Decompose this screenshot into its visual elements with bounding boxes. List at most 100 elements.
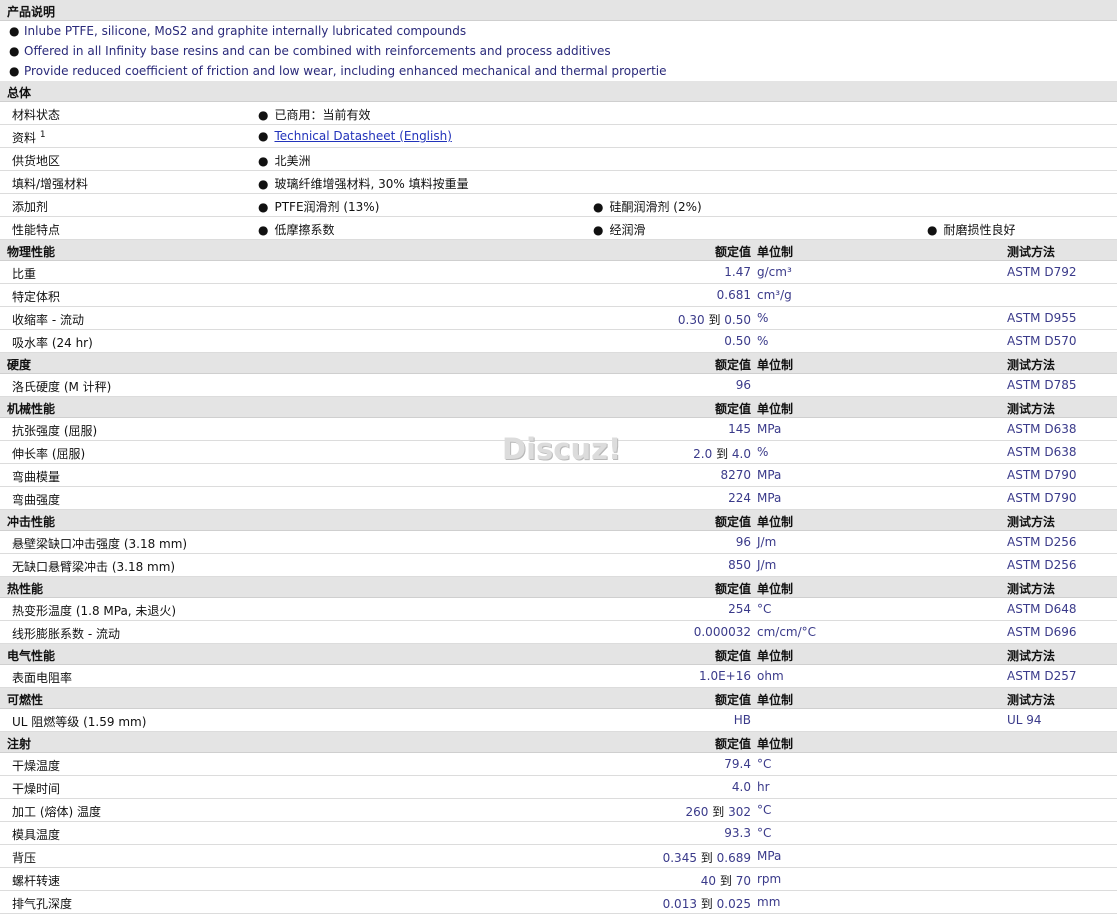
- row-label: 收缩率 - 流动: [12, 313, 84, 327]
- nominal-value: 1.47: [724, 265, 751, 279]
- unit: MPa: [757, 422, 782, 436]
- row-value: ● 北美洲: [258, 154, 311, 168]
- unit: ohm: [757, 669, 784, 683]
- nominal-value: 96: [735, 535, 751, 549]
- section-header-product-desc: 产品说明: [0, 0, 1117, 21]
- header-nominal: 额定值: [714, 245, 751, 259]
- table-row: 热变形温度 (1.8 MPa, 未退火) 254 °C ASTM D648: [0, 598, 1117, 621]
- row-label: 洛氏硬度 (M 计秤): [12, 380, 112, 394]
- row-label: 背压: [12, 851, 37, 865]
- section-header-mechanical: 机械性能 额定值 单位制 测试方法: [0, 397, 1117, 418]
- list-item: ● Offered in all Infinity base resins and…: [9, 44, 611, 58]
- row-label: 线形膨胀系数 - 流动: [12, 627, 120, 641]
- section-title: 总体: [7, 86, 32, 100]
- table-row: 特定体积 0.681 cm³/g: [0, 284, 1117, 307]
- row-label: 加工 (熔体) 温度: [12, 805, 101, 819]
- row-label: 添加剂: [12, 200, 49, 214]
- table-row: 干燥温度 79.4 °C: [0, 753, 1117, 776]
- nominal-value: 93.3: [724, 826, 751, 840]
- section-title: 热性能: [7, 582, 44, 596]
- header-test: 测试方法: [1007, 245, 1056, 259]
- section-title: 电气性能: [7, 649, 56, 663]
- nominal-value: 0.50: [724, 334, 751, 348]
- nominal-value: 254: [728, 602, 751, 616]
- header-test: 测试方法: [1007, 693, 1056, 707]
- section-title: 冲击性能: [7, 515, 56, 529]
- row-label: 无缺口悬臂梁冲击 (3.18 mm): [12, 560, 176, 574]
- row-label: 干燥温度: [12, 759, 61, 773]
- row-value: ● PTFE润滑剂 (13%): [258, 200, 380, 214]
- section-header-thermal: 热性能 额定值 单位制 测试方法: [0, 577, 1117, 598]
- table-row: 资料 1 ● Technical Datasheet (English): [0, 125, 1117, 148]
- row-label: 干燥时间: [12, 782, 61, 796]
- nominal-value-range: 260 到 302: [685, 805, 751, 819]
- section-header-electrical: 电气性能 额定值 单位制 测试方法: [0, 644, 1117, 665]
- nominal-value-range: 0.345 到 0.689: [662, 851, 751, 865]
- section-header-impact: 冲击性能 额定值 单位制 测试方法: [0, 510, 1117, 531]
- section-title: 注射: [7, 737, 32, 751]
- table-row: 材料状态 ● 已商用：当前有效: [0, 102, 1117, 125]
- row-label: 螺杆转速: [12, 874, 61, 888]
- row-label: 比重: [12, 267, 37, 281]
- test-method: ASTM D570: [1007, 334, 1077, 348]
- row-value: ● 已商用：当前有效: [258, 108, 371, 122]
- nominal-value: 96: [735, 378, 751, 392]
- header-nominal: 额定值: [714, 515, 751, 529]
- section-header-injection: 注射 额定值 单位制: [0, 732, 1117, 753]
- section-title: 机械性能: [7, 402, 56, 416]
- row-label: UL 阻燃等级 (1.59 mm): [12, 715, 147, 729]
- table-row: 填料/增强材料 ● 玻璃纤维增强材料, 30% 填料按重量: [0, 171, 1117, 194]
- unit: J/m: [757, 535, 777, 549]
- section-title: 可燃性: [7, 693, 44, 707]
- table-row: 表面电阻率 1.0E+16 ohm ASTM D257: [0, 665, 1117, 688]
- nominal-value-range: 2.0 到 4.0: [693, 447, 751, 461]
- header-nominal: 额定值: [714, 649, 751, 663]
- unit: °C: [757, 803, 772, 817]
- nominal-value-range: 40 到 70: [700, 874, 751, 888]
- row-label: 表面电阻率: [12, 671, 73, 685]
- unit: mm: [757, 895, 781, 909]
- unit: °C: [757, 602, 772, 616]
- header-unit: 单位制: [757, 693, 794, 707]
- row-value: ● 硅酮润滑剂 (2%): [593, 200, 702, 214]
- row-label: 伸长率 (屈服): [12, 447, 86, 461]
- datasheet-link-cell: ● Technical Datasheet (English): [258, 129, 452, 143]
- header-unit: 单位制: [757, 245, 794, 259]
- header-nominal: 额定值: [714, 358, 751, 372]
- nominal-value: 0.000032: [693, 625, 751, 639]
- list-item: ● Provide reduced coefficient of friction…: [9, 64, 667, 78]
- test-method: ASTM D257: [1007, 669, 1077, 683]
- table-row: 吸水率 (24 hr) 0.50 % ASTM D570: [0, 330, 1117, 353]
- unit: °C: [757, 826, 772, 840]
- header-test: 测试方法: [1007, 649, 1056, 663]
- table-row: 收缩率 - 流动 0.30 到 0.50 % ASTM D955: [0, 307, 1117, 330]
- table-row: 线形膨胀系数 - 流动 0.000032 cm/cm/°C ASTM D696: [0, 621, 1117, 644]
- section-header-general: 总体: [0, 81, 1117, 102]
- datasheet-link[interactable]: Technical Datasheet (English): [274, 129, 451, 143]
- header-unit: 单位制: [757, 582, 794, 596]
- header-unit: 单位制: [757, 402, 794, 416]
- nominal-value: 1.0E+16: [699, 669, 751, 683]
- header-test: 测试方法: [1007, 582, 1056, 596]
- table-row: 干燥时间 4.0 hr: [0, 776, 1117, 799]
- header-unit: 单位制: [757, 737, 794, 751]
- unit: rpm: [757, 872, 782, 886]
- row-label: 填料/增强材料: [12, 177, 89, 191]
- unit: %: [757, 334, 769, 348]
- section-header-hardness: 硬度 额定值 单位制 测试方法: [0, 353, 1117, 374]
- nominal-value: HB: [733, 713, 751, 727]
- test-method: ASTM D955: [1007, 311, 1077, 325]
- row-label: 供货地区: [12, 154, 61, 168]
- row-label: 吸水率 (24 hr): [12, 336, 93, 350]
- row-value: ● 低摩擦系数: [258, 223, 335, 237]
- row-label: 资料 1: [12, 130, 46, 145]
- row-label: 材料状态: [12, 108, 61, 122]
- table-row: 弯曲强度 224 MPa ASTM D790: [0, 487, 1117, 510]
- test-method: ASTM D638: [1007, 445, 1077, 459]
- header-test: 测试方法: [1007, 358, 1056, 372]
- table-row: 供货地区 ● 北美洲: [0, 148, 1117, 171]
- test-method: UL 94: [1007, 713, 1042, 727]
- test-method: ASTM D792: [1007, 265, 1077, 279]
- row-label: 性能特点: [12, 223, 61, 237]
- header-nominal: 额定值: [714, 737, 751, 751]
